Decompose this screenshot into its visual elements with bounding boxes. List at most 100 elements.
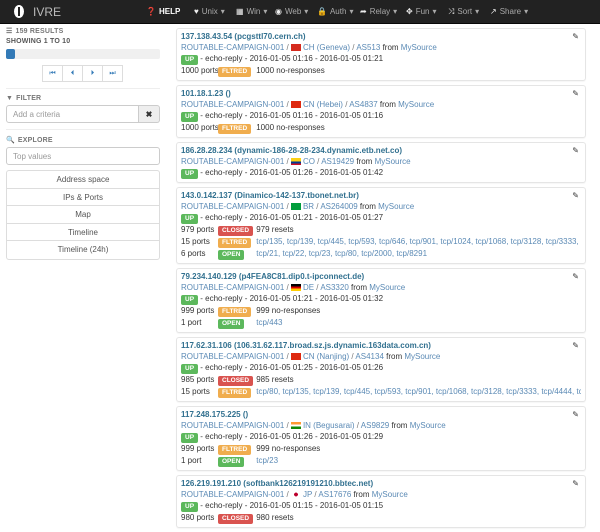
campaign-link[interactable]: ROUTABLE-CAMPAIGN-001 <box>181 43 284 52</box>
host-address[interactable]: 126.219.191.210 (softbank126219191210.bb… <box>181 478 581 489</box>
port-status-badge[interactable]: OPEN <box>218 457 245 467</box>
state-badge[interactable]: UP <box>181 433 199 443</box>
state-badge[interactable]: UP <box>181 112 199 122</box>
location-link[interactable]: CH (Geneva) <box>303 43 350 52</box>
explore-map[interactable]: Map <box>7 206 159 224</box>
pencil-icon[interactable]: ✎ <box>572 32 579 41</box>
campaign-link[interactable]: ROUTABLE-CAMPAIGN-001 <box>181 202 284 211</box>
as-link[interactable]: AS4134 <box>355 352 383 361</box>
pencil-icon[interactable]: ✎ <box>572 272 579 281</box>
port-detail[interactable]: tcp/443 <box>256 318 282 327</box>
as-link[interactable]: AS17676 <box>318 490 351 499</box>
pencil-icon[interactable]: ✎ <box>572 191 579 200</box>
host-address[interactable]: 101.18.1.23 () <box>181 88 581 99</box>
location-link[interactable]: DE <box>303 283 314 292</box>
explore-timeline[interactable]: Timeline <box>7 224 159 241</box>
port-status-badge[interactable]: OPEN <box>218 319 245 329</box>
port-detail[interactable]: tcp/135, tcp/139, tcp/445, tcp/593, tcp/… <box>256 237 581 246</box>
campaign-link[interactable]: ROUTABLE-CAMPAIGN-001 <box>181 283 284 292</box>
host-address[interactable]: 117.62.31.106 (106.31.62.117.broad.sz.js… <box>181 340 581 351</box>
nav-auth[interactable]: 🔒 Auth ▾ <box>317 0 360 24</box>
port-status-badge[interactable]: FLTRED <box>218 67 252 77</box>
source-link[interactable]: MySource <box>404 352 440 361</box>
host-address[interactable]: 117.248.175.225 () <box>181 409 581 420</box>
filter-icon: ▼ <box>6 95 14 102</box>
nav-win[interactable]: ▦ Win ▾ <box>236 0 275 24</box>
as-link[interactable]: AS264009 <box>320 202 357 211</box>
location-link[interactable]: CO <box>303 157 315 166</box>
location-link[interactable]: JP <box>303 490 312 499</box>
nav-unix[interactable]: ♥ Unix ▾ <box>194 0 236 24</box>
host-address[interactable]: 143.0.142.137 (Dinamico-142-137.tbonet.n… <box>181 190 581 201</box>
campaign-link[interactable]: ROUTABLE-CAMPAIGN-001 <box>181 490 284 499</box>
port-status-badge[interactable]: FLTRED <box>218 307 252 317</box>
host-address[interactable]: 137.138.43.54 (pcgsttl70.cern.ch) <box>181 31 581 42</box>
clear-filter-button[interactable]: ✖ <box>139 105 160 123</box>
as-link[interactable]: AS513 <box>356 43 380 52</box>
campaign-link[interactable]: ROUTABLE-CAMPAIGN-001 <box>181 421 284 430</box>
results-progress-bar[interactable] <box>6 49 160 59</box>
source-link[interactable]: MySource <box>401 43 437 52</box>
campaign-link[interactable]: ROUTABLE-CAMPAIGN-001 <box>181 157 284 166</box>
port-status-badge[interactable]: CLOSED <box>218 226 254 236</box>
source-link[interactable]: MySource <box>410 421 446 430</box>
state-badge[interactable]: UP <box>181 169 199 179</box>
app-title[interactable]: IVRE <box>33 5 61 19</box>
location-link[interactable]: BR <box>303 202 314 211</box>
as-link[interactable]: AS4837 <box>349 100 377 109</box>
host-address[interactable]: 186.28.28.234 (dynamic-186-28-28-234.dyn… <box>181 145 581 156</box>
state-badge[interactable]: UP <box>181 214 199 224</box>
nav-share[interactable]: ↗ Share ▾ <box>490 0 532 24</box>
nav-web[interactable]: ◉ Web ▾ <box>275 0 317 24</box>
pencil-icon[interactable]: ✎ <box>572 341 579 350</box>
state-badge[interactable]: UP <box>181 502 199 512</box>
port-status-badge[interactable]: FLTRED <box>218 445 252 455</box>
source-link[interactable]: MySource <box>378 202 414 211</box>
port-status-badge[interactable]: CLOSED <box>218 514 254 524</box>
nav-sort[interactable]: ⤨ Sort ▾ <box>448 0 490 24</box>
as-link[interactable]: AS19429 <box>321 157 354 166</box>
explore-address-space[interactable]: Address space <box>7 171 159 189</box>
port-count: 985 ports <box>181 375 215 384</box>
state-badge[interactable]: UP <box>181 55 199 65</box>
flag-jp-icon <box>290 491 301 498</box>
nav-fun[interactable]: ✥ Fun ▾ <box>406 0 448 24</box>
explore-ips-ports[interactable]: IPs & Ports <box>7 189 159 206</box>
filter-input[interactable]: Add a criteria <box>6 105 139 123</box>
top-values-input[interactable]: Top values <box>6 147 160 165</box>
location-link[interactable]: IN (Begusarai) <box>303 421 355 430</box>
pencil-icon[interactable]: ✎ <box>572 146 579 155</box>
as-link[interactable]: AS9829 <box>361 421 389 430</box>
host-address[interactable]: 79.234.140.129 (p4FEA8C81.dip0.t-ipconne… <box>181 271 581 282</box>
pencil-icon[interactable]: ✎ <box>572 479 579 488</box>
campaign-link[interactable]: ROUTABLE-CAMPAIGN-001 <box>181 352 284 361</box>
port-detail[interactable]: tcp/23 <box>256 456 278 465</box>
prev-page-button[interactable]: ⏴ <box>62 65 83 82</box>
source-link[interactable]: MySource <box>369 283 405 292</box>
location-link[interactable]: CN (Nanjing) <box>303 352 349 361</box>
nav-help[interactable]: ❓ HELP <box>146 0 194 24</box>
explore-timeline-24h[interactable]: Timeline (24h) <box>7 241 159 259</box>
port-status-badge[interactable]: FLTRED <box>218 124 252 134</box>
state-badge[interactable]: UP <box>181 295 199 305</box>
first-page-button[interactable]: ⏮ <box>42 65 63 82</box>
source-link[interactable]: MySource <box>398 100 434 109</box>
port-status-badge[interactable]: OPEN <box>218 250 245 260</box>
pencil-icon[interactable]: ✎ <box>572 410 579 419</box>
last-page-button[interactable]: ⏭ <box>102 65 123 82</box>
state-badge[interactable]: UP <box>181 364 199 374</box>
location-link[interactable]: CN (Hebei) <box>303 100 343 109</box>
pencil-icon[interactable]: ✎ <box>572 89 579 98</box>
source-link[interactable]: MySource <box>375 157 411 166</box>
ivre-logo-icon[interactable] <box>14 5 24 18</box>
next-page-button[interactable]: ⏵ <box>82 65 103 82</box>
port-status-badge[interactable]: CLOSED <box>218 376 254 386</box>
nav-relay[interactable]: ➦ Relay ▾ <box>360 0 406 24</box>
as-link[interactable]: AS3320 <box>320 283 348 292</box>
port-detail[interactable]: tcp/80, tcp/135, tcp/139, tcp/445, tcp/5… <box>256 387 581 396</box>
campaign-link[interactable]: ROUTABLE-CAMPAIGN-001 <box>181 100 284 109</box>
port-status-badge[interactable]: FLTRED <box>218 388 252 398</box>
source-link[interactable]: MySource <box>372 490 408 499</box>
port-detail[interactable]: tcp/21, tcp/22, tcp/23, tcp/80, tcp/2000… <box>256 249 427 258</box>
port-status-badge[interactable]: FLTRED <box>218 238 252 248</box>
